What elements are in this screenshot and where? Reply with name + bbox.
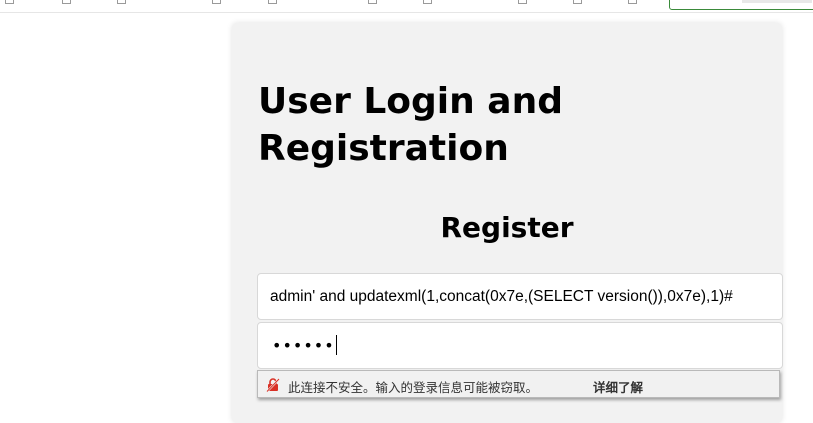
search-placeholder-fragment (742, 0, 812, 3)
username-input[interactable] (257, 273, 783, 320)
register-heading: Register (440, 211, 574, 244)
browser-toolbar-strip (0, 0, 813, 13)
learn-more-link[interactable]: 详细了解 (593, 377, 643, 396)
toolbar-search-box[interactable] (669, 0, 813, 10)
password-mask: •••••• (272, 335, 337, 355)
toolbar-icon[interactable] (62, 0, 71, 4)
toolbar-icon[interactable] (117, 0, 126, 4)
login-register-card: User Login and Registration Register •••… (232, 23, 783, 423)
password-dots: •••••• (272, 336, 335, 355)
warning-message: 此连接不安全。输入的登录信息可能被窃取。 (288, 380, 539, 395)
toolbar-icon[interactable] (518, 0, 527, 4)
toolbar-icon[interactable] (573, 0, 582, 4)
toolbar-icon[interactable] (212, 0, 221, 4)
insecure-lock-icon (266, 378, 280, 393)
toolbar-icon[interactable] (423, 0, 432, 4)
text-caret (335, 335, 337, 355)
toolbar-icon[interactable] (628, 0, 637, 4)
toolbar-icon[interactable] (368, 0, 377, 4)
page-title: User Login and Registration (258, 81, 563, 169)
password-input[interactable]: •••••• (257, 322, 783, 369)
toolbar-icon[interactable] (5, 0, 14, 4)
insecure-login-warning: 此连接不安全。输入的登录信息可能被窃取。 详细了解 (257, 370, 780, 398)
toolbar-icon[interactable] (268, 0, 277, 4)
